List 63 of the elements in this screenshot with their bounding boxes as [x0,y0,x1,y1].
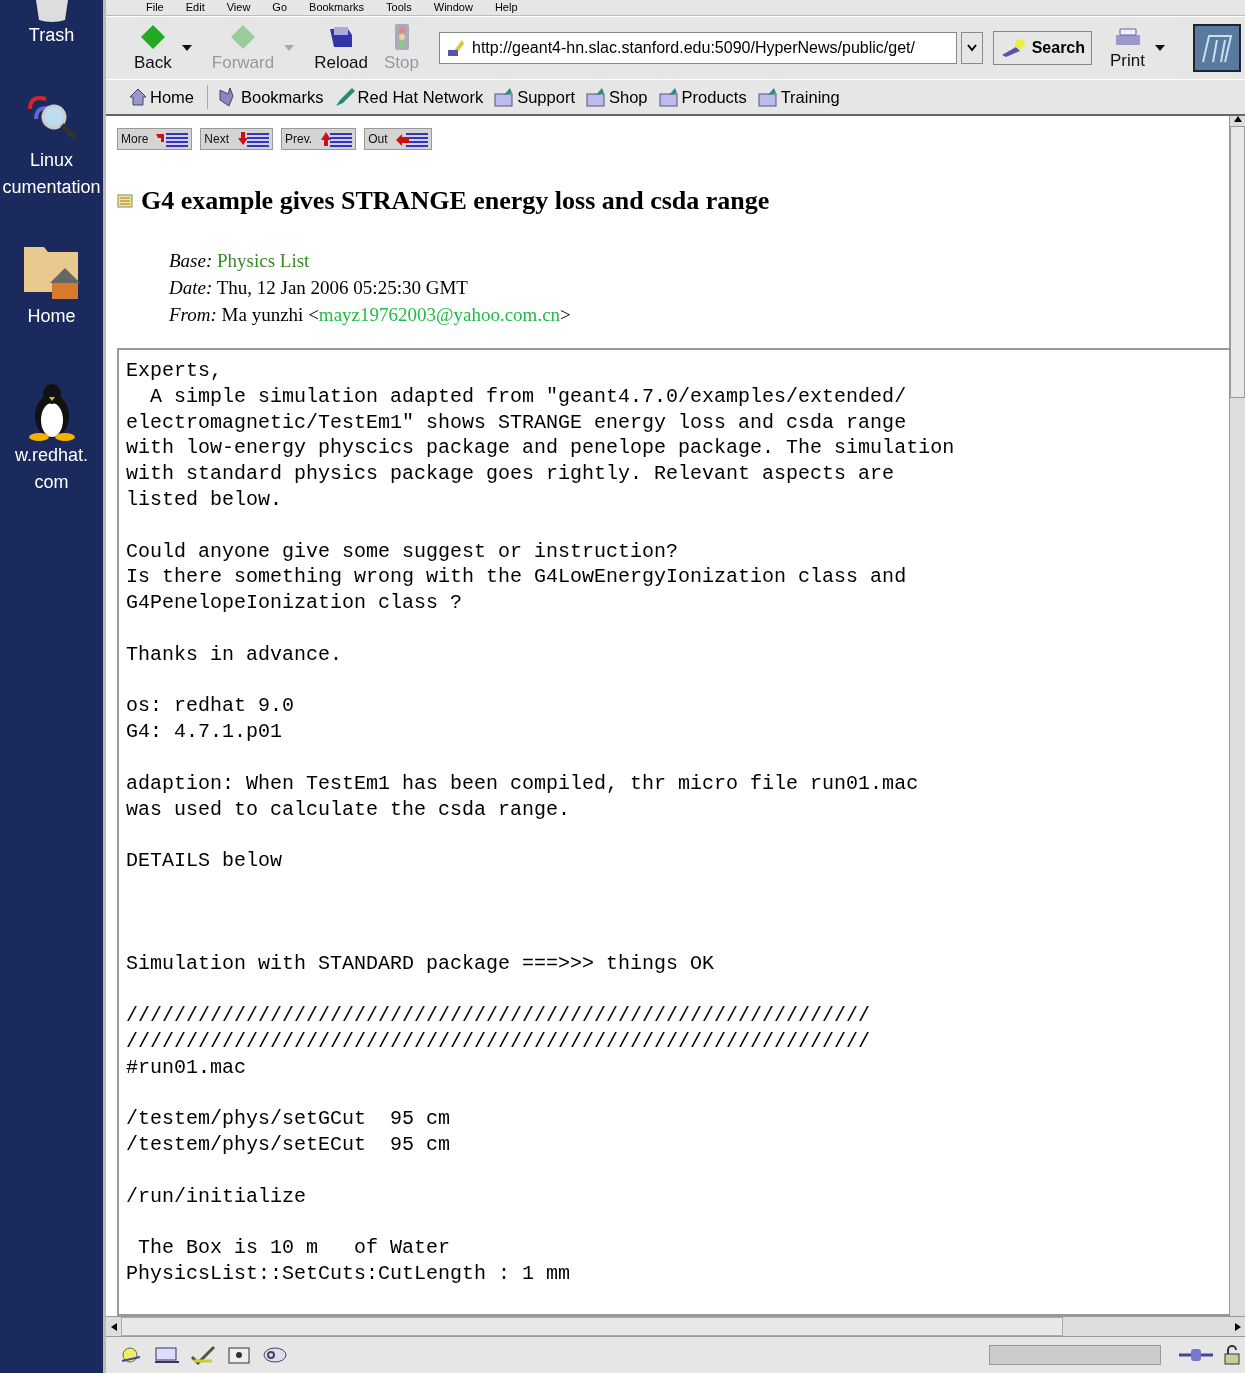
caret-icon[interactable] [181,45,192,51]
menu-item[interactable]: Window [433,0,473,15]
scroll-up-icon[interactable] [1233,116,1242,122]
bookmark-link[interactable]: Home [128,87,198,107]
bookmark-link[interactable]: Products [657,86,751,108]
dropdown-button[interactable] [960,32,983,64]
scrollbar-thumb[interactable] [1230,126,1245,398]
meta-value: Ma yunzhi < [221,304,319,325]
connection-icon[interactable] [1179,1347,1213,1363]
address-field[interactable]: http://geant4-hn.slac.stanford.edu:5090/HyperNews/public/get/ [439,32,957,64]
scroll-left-icon[interactable] [110,1322,117,1331]
menu-item[interactable]: Tools [386,0,412,15]
desktop-icon-label[interactable]: w.redhat. [14,442,88,469]
navigation-button[interactable]: Next [200,128,274,150]
menu-item[interactable]: Edit [185,0,205,15]
horizontal-scrollbar[interactable] [106,1316,1245,1336]
scrollbar-thumb[interactable] [121,1317,1063,1336]
folder-icon [585,86,607,108]
folder-icon [657,86,680,108]
desktop-icon-label[interactable]: com [34,469,69,496]
bookmark-link[interactable]: Red Hat Network [333,86,488,108]
scroll-right-icon[interactable] [1234,1322,1241,1331]
caret-icon[interactable] [1155,45,1165,51]
desktop-icon-label[interactable]: Linux [30,147,73,174]
navigation-button[interactable]: Out [364,128,432,150]
message-icon [117,193,133,209]
bookmark-link[interactable]: Training [756,86,844,108]
next-arrow-icon [235,130,270,148]
desktop-icon-label[interactable]: Trash [28,22,75,49]
meta-label: Base: [169,250,213,271]
menu-item[interactable]: Bookmarks [309,0,365,15]
print-button[interactable]: Print [1104,23,1151,73]
more-arrow-icon [154,130,189,148]
back-button[interactable]: Back [128,21,178,75]
bookmark-link[interactable]: Shop [585,86,652,108]
search-button[interactable]: Search [992,31,1093,65]
padlock-icon[interactable] [1223,1345,1241,1365]
house-icon [128,87,148,107]
meta-label: From: [169,304,217,325]
menu-item[interactable]: Help [494,0,518,15]
meta-value: Thu, 12 Jan 2006 05:25:30 GMT [216,277,468,298]
menu-item[interactable]: Go [272,0,288,15]
reload-button[interactable]: Reload [308,21,375,75]
browser-logo[interactable] [1193,24,1241,72]
chevron-down-icon [966,44,977,52]
bookmark-link[interactable]: Support [493,86,579,108]
desktop-icon-label[interactable]: cumentation [2,174,101,201]
menu-item[interactable]: File [146,0,164,15]
prev-arrow-icon [318,130,353,148]
vertical-scrollbar[interactable] [1229,116,1245,1316]
meta-label: Date: [169,277,213,298]
desktop-icon-label[interactable]: Home [27,303,76,330]
pen-icon [333,86,356,108]
folder-icon [756,86,779,108]
menu-item[interactable]: View [226,0,251,15]
message-title: G4 example gives STRANGE energy loss and csda range [141,186,770,216]
meta-value: > [560,304,571,325]
navigation-button[interactable]: More [117,128,193,150]
navigation-button[interactable]: Prev. [281,128,357,150]
folder-icon [493,86,516,108]
meta-link[interactable]: Physics List [217,250,310,271]
message-body: Experts, A simple simulation adapted from "geant4.7.0/examples/extended/ electromagnetic/TestEm1" shows STRANGE energy loss and csda range with low-energy physcics package and penelope package. The simulation with standard physics package goes rightly. Relevant aspects are listed below. Could anyone give some suggest or instruction? Is there something wrong with the G4LowEnergyIonization class and G4PenelopeIonization class ? Thanks in advance. os: redhat 9.0 G4: 4.7.1.p01 adaption: When TestEm1 has been compiled, thr micro file run01.mac was used to calculate the csda range. DETAILS below Simulation with STANDARD package ===>>> things OK ////////////////////////////////////////////////////////////// ////////////////////////////////////////////////////////////// #run01.mac /testem/phys/setGCut 95 cm /testem/phys/setECut 95 cm /run/initialize The Box is 10 m of Water PhysicsList::SetCuts:CutLength : 1 mm [126,358,956,1287]
bookmark-link[interactable]: Bookmarks [217,86,328,108]
